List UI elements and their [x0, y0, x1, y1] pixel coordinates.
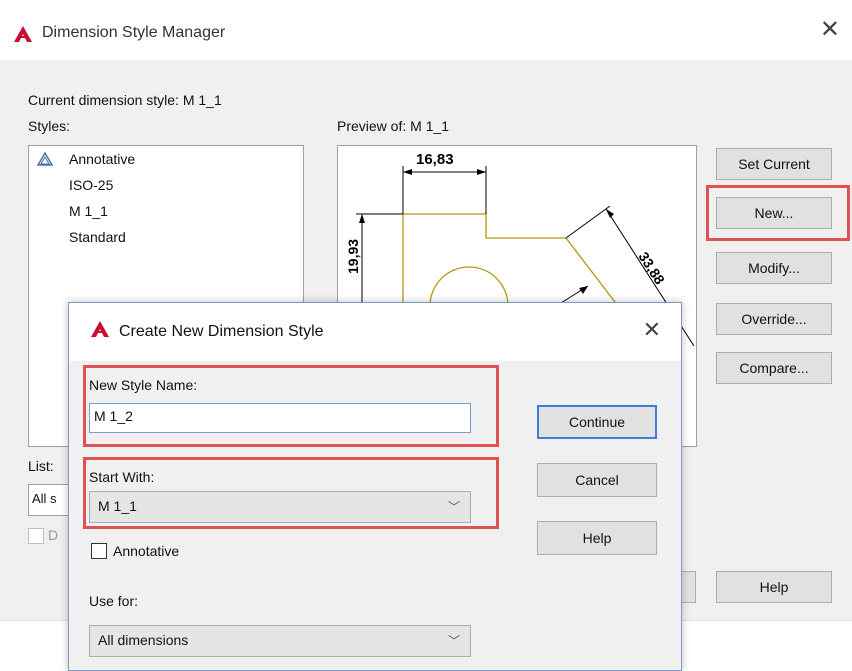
annotative-checkbox[interactable] — [91, 543, 107, 559]
dont-list-checkbox[interactable] — [28, 528, 44, 544]
dialog-help-button[interactable]: Help — [537, 521, 657, 555]
override-button[interactable]: Override... — [716, 303, 832, 335]
style-item-m-1-1[interactable]: M 1_1 — [69, 203, 108, 219]
start-with-highlight — [83, 457, 499, 529]
style-item-standard[interactable]: Standard — [69, 229, 126, 245]
use-for-label: Use for: — [89, 593, 139, 609]
dialog-title: Create New Dimension Style — [119, 323, 324, 340]
list-select[interactable]: All s — [28, 484, 70, 516]
manager-help-button[interactable]: Help — [716, 571, 832, 603]
set-current-button[interactable]: Set Current — [716, 148, 832, 180]
current-style-label: Current dimension style: M 1_1 — [28, 92, 222, 108]
new-button-highlight — [706, 185, 850, 241]
chevron-down-icon: ﹀ — [447, 634, 460, 648]
style-item-annotative[interactable]: Annotative — [69, 151, 135, 167]
styles-label: Styles: — [28, 118, 71, 134]
use-for-value: All dimensions — [98, 632, 189, 648]
list-label: List: — [28, 458, 54, 474]
annotative-label: Annotative — [113, 543, 180, 559]
continue-button[interactable]: Continue — [537, 405, 657, 439]
autocad-logo-icon — [14, 26, 32, 42]
cancel-button[interactable]: Cancel — [537, 463, 657, 497]
compare-button[interactable]: Compare... — [716, 352, 832, 384]
annotative-icon — [36, 151, 54, 169]
dim-top-text: 16,83 — [416, 151, 454, 168]
create-new-dimension-style-dialog: Create New Dimension Style ✕ New Style N… — [68, 302, 682, 671]
dont-list-label: D — [48, 527, 59, 543]
preview-label: Preview of: M 1_1 — [337, 118, 450, 134]
title-bar: Dimension Style Manager ✕ — [0, 0, 852, 60]
style-item-iso-25[interactable]: ISO-25 — [69, 177, 113, 193]
use-for-select[interactable]: All dimensions ﹀ — [89, 625, 471, 657]
new-style-name-highlight — [83, 365, 499, 447]
list-select-value: All s — [32, 491, 57, 506]
modify-button[interactable]: Modify... — [716, 252, 832, 284]
autocad-logo-icon — [91, 321, 109, 337]
dialog-title-bar: Create New Dimension Style ✕ — [69, 303, 681, 361]
dim-angle-text: 33,88 — [635, 249, 668, 287]
dim-left-text: 19,93 — [345, 239, 361, 274]
dialog-close-icon[interactable]: ✕ — [643, 317, 661, 343]
close-icon[interactable]: ✕ — [820, 18, 840, 42]
window-title: Dimension Style Manager — [42, 24, 226, 41]
